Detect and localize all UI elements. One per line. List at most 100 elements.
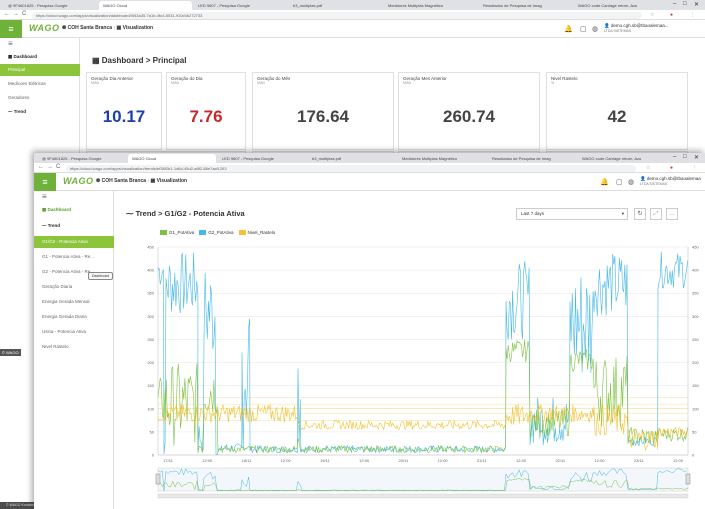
sidebar-section-trend[interactable]: ⁓ Trend [34,220,114,232]
browser-tab[interactable]: b3_multiplas.pdf [308,154,396,163]
browser-tab[interactable]: Medidores Multiplas Magnético [398,154,486,163]
notification-bell-icon[interactable]: 🔔 [600,178,609,186]
x-tick-label: 12:00 [359,458,370,463]
user-icon: 👤 [604,23,611,28]
refresh-icon[interactable]: ↻ [634,208,646,220]
notification-bell-icon[interactable]: 🔔 [564,25,573,33]
y-tick-label-left: 0 [152,453,155,458]
app-header: ≡ WAGO ❁ COH Santa Branca › ▦ Visualizat… [0,20,705,38]
x-tick-label: 22/11 [555,458,565,463]
browser-tab[interactable]: LED 9807 - Pesquisa Google [218,154,306,163]
sidebar-item-principal[interactable]: Principal [0,64,80,76]
time-range-select[interactable]: Last 7 days ▾ [516,208,628,220]
trend-chart[interactable]: 0 0 50 50 100 100 150 150 200 200 250 250 300 300 350 3… [118,239,705,501]
legend-item[interactable]: Nivel_Rastelo [238,230,275,235]
expand-icon[interactable]: ⤢ [650,208,662,220]
site-name[interactable]: COH Santa Branca [102,178,146,184]
star-icon[interactable]: ☆ [650,12,654,18]
menu-dots-icon[interactable]: ⋮ [690,12,695,18]
module-name[interactable]: Visualization [123,25,153,31]
hamburger-menu-icon[interactable]: ≡ [34,173,56,191]
sidebar-item-geradores[interactable]: Geradores [0,92,80,104]
maximize-icon[interactable]: □ [683,1,687,7]
browser-tab[interactable]: @ 9F4601825 - Pesquisa Google [38,154,126,163]
sidebar-item-geracao-diaria[interactable]: Geração Diaria [34,281,114,293]
star-icon[interactable]: ☆ [646,165,650,171]
y-tick-label-right: 350 [692,291,699,296]
user-account[interactable]: 👤 demo.cgh.sb@tbaoalemaa LTDA SISTEMAS [640,176,701,187]
reload-icon[interactable]: C [56,164,60,170]
sidebar-section-trend[interactable]: ⁓ Trend [0,106,80,118]
sidebar-item-energia-diaria[interactable]: Energia Gerada Diaria [34,311,114,323]
back-arrow-icon[interactable]: ← [38,164,44,170]
forward-arrow-icon[interactable]: → [47,164,53,170]
sidebar-section-dashboard[interactable]: ▦ Dashboard [34,204,114,216]
wago-logo: WAGO [63,176,94,186]
browser-tab[interactable]: @ 9F4601825 - Pesquisa Google [4,1,97,10]
site-name[interactable]: COH Santa Branca [68,25,112,31]
sidebar-item-g2-potencia[interactable]: G2 - Potencia Ativa - Re... [34,266,114,278]
sidebar-item-g1-potencia[interactable]: G1 - Potencia Ativa - Re... [34,251,114,263]
legend-item[interactable]: G1_PotAtiva [160,230,194,235]
url-field[interactable]: https://cloud.wago.com/apps/visualizatio… [66,165,636,172]
browser-tab[interactable]: LED 9807 - Pesquisa Google [194,1,287,10]
navigator-handle-left[interactable] [155,473,161,485]
screen-icon[interactable]: ▢ [616,178,623,186]
y-tick-label-left: 350 [147,291,154,296]
user-icon: 👤 [640,176,647,181]
sidebar-item-usina-potencia[interactable]: Usina - Potencia Ativa [34,326,114,338]
globe-icon[interactable]: ◍ [592,25,598,33]
extension-icon[interactable]: ● [670,165,673,171]
wago-logo: WAGO [29,23,60,33]
x-tick-label: 12:00 [438,458,449,463]
browser-tab[interactable]: Resultados de Pesquisa de Imag [479,1,572,10]
sidebar-item-nivel-rastelo[interactable]: Nivel Rastelo [34,341,114,353]
maximize-icon[interactable]: □ [683,154,687,160]
card-nivel-rastelo: Nivel Rastelo % 42 [546,72,688,150]
close-icon[interactable]: ✕ [694,1,699,8]
user-account[interactable]: 👤 demo.cgh.sb@tbaoalemaa... LTDA SISTEMA… [604,23,668,34]
globe-icon[interactable]: ◍ [628,178,634,186]
minimize-icon[interactable]: – [673,154,676,160]
browser-tab[interactable]: WAGO code Carriage return, Azu [574,1,667,10]
reload-icon[interactable]: C [22,11,26,17]
x-tick-label: 20/11 [399,458,409,463]
user-email: demo.cgh.sb@tbaoalemaa... [610,23,669,28]
sidebar-item-g1g2-potencia[interactable]: G1/G2 - Potencia Ativa [34,236,114,248]
more-icon[interactable]: … [666,208,678,220]
extension-icon[interactable]: ● [670,12,673,18]
minimize-icon[interactable]: – [673,1,676,7]
card-value: 260.74 [443,107,495,126]
y-tick-label-left: 200 [147,360,154,365]
hamburger-menu-icon[interactable]: ≡ [0,20,22,38]
navigator-handle-right[interactable] [685,473,691,485]
collapse-menu-icon[interactable]: ≡ [34,191,114,203]
back-arrow-icon[interactable]: ← [4,11,10,17]
browser-tab[interactable]: WAGO code Carriage return, Azu [578,154,666,163]
sidebar-item-medicoes[interactable]: Medicoes Elétricas [0,78,80,90]
card-geracao-dia-anterior: Geração Dia Anterior MWh 10.17 [86,72,162,150]
x-tick-label: 17/11 [163,458,173,463]
browser-tab[interactable]: WAGO Cloud [128,154,216,163]
navigator-scrollbar[interactable] [157,493,689,499]
screen-icon[interactable]: ▢ [580,25,587,33]
legend-item[interactable]: G2_PotAtiva [199,230,234,235]
module-name[interactable]: Visualization [157,178,187,184]
series-line-nivel [157,404,688,451]
sidebar-section-dashboard[interactable]: ▦ Dashboard [0,51,80,63]
browser-tab[interactable]: Medidores Multiplas Magnético [384,1,477,10]
menu-dots-icon[interactable]: ⋮ [692,165,697,171]
browser-tab[interactable]: Resultados de Pesquisa de Imag [488,154,576,163]
browser-tab[interactable]: b3_multiplas.pdf [289,1,382,10]
collapse-menu-icon[interactable]: ≡ [0,38,80,50]
y-tick-label-right: 250 [692,337,699,342]
wago-watermark: © WAGO [0,349,21,356]
forward-arrow-icon[interactable]: → [13,11,19,17]
app-header: ≡ WAGO ❁ COH Santa Branca › ▦ Visualizat… [34,173,705,191]
card-value: 42 [607,107,627,126]
x-tick-label: 12:00 [281,458,292,463]
browser-tab[interactable]: WAGO Cloud [99,1,192,10]
url-field[interactable]: https://cloud.wago.com/apps/visualizatio… [32,12,642,19]
sidebar-item-energia-mensal[interactable]: Energia Gerada Mensal [34,296,114,308]
close-icon[interactable]: ✕ [694,154,699,161]
